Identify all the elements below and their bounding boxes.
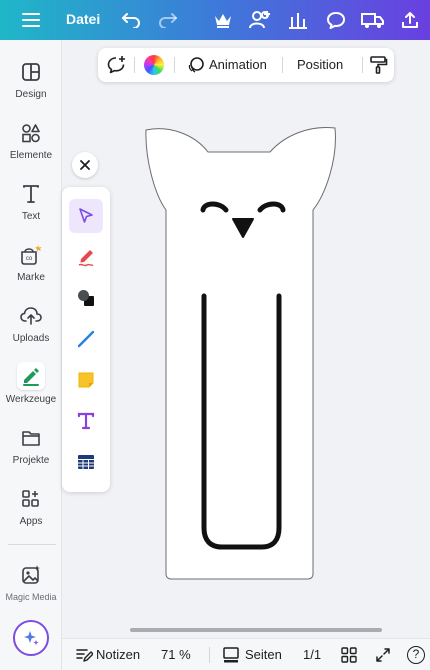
share-people-icon[interactable] bbox=[248, 8, 272, 32]
svg-text:co: co bbox=[26, 256, 33, 262]
sidebar-item-label: Werkzeuge bbox=[5, 394, 57, 405]
position-button[interactable]: Position bbox=[297, 57, 343, 72]
design-icon bbox=[19, 60, 43, 84]
notes-button[interactable]: Notizen bbox=[96, 647, 140, 662]
redo-icon[interactable] bbox=[156, 8, 180, 32]
file-menu[interactable]: Datei bbox=[66, 11, 100, 27]
bottom-bar: Notizen 71 % Seiten 1/1 ? bbox=[62, 638, 430, 670]
close-icon bbox=[80, 160, 90, 170]
sidebar-item-text[interactable]: Text bbox=[0, 182, 62, 234]
sparkle-icon bbox=[24, 631, 39, 646]
sidebar-item-tools[interactable]: Werkzeuge bbox=[0, 362, 62, 414]
paint-roller-icon[interactable] bbox=[368, 55, 388, 75]
undo-icon[interactable] bbox=[119, 8, 143, 32]
select-arrow-icon bbox=[79, 208, 93, 223]
bottom-divider bbox=[209, 647, 210, 663]
sidebar-item-label: Projekte bbox=[12, 455, 50, 466]
sidebar-item-label: Design bbox=[15, 89, 47, 100]
sidebar-item-magic-media[interactable]: Magic Media bbox=[0, 563, 62, 615]
sidebar-item-label: Text bbox=[21, 211, 41, 222]
pages-icon[interactable] bbox=[221, 645, 241, 665]
pen-tool[interactable] bbox=[69, 240, 103, 274]
folder-icon bbox=[19, 426, 43, 450]
sidebar-item-projects[interactable]: Projekte bbox=[0, 426, 62, 478]
toolbar-divider bbox=[134, 57, 135, 73]
brand-icon: co bbox=[19, 243, 43, 267]
select-tool[interactable] bbox=[69, 199, 103, 233]
line-icon bbox=[77, 330, 95, 348]
text-icon bbox=[19, 182, 43, 206]
toolbar-divider bbox=[362, 57, 363, 73]
table-icon bbox=[78, 455, 94, 469]
toolbar-divider bbox=[282, 57, 283, 73]
bookmark-design[interactable] bbox=[140, 120, 340, 585]
text-tool-icon bbox=[77, 412, 95, 430]
menu-icon[interactable] bbox=[19, 8, 43, 32]
tools-icon bbox=[19, 364, 43, 388]
shapes-icon bbox=[78, 290, 94, 306]
fullscreen-icon[interactable] bbox=[373, 645, 393, 665]
table-tool[interactable] bbox=[69, 445, 103, 479]
animation-icon[interactable] bbox=[186, 55, 206, 75]
sidebar-item-uploads[interactable]: Uploads bbox=[0, 304, 62, 356]
comment-icon[interactable] bbox=[324, 8, 348, 32]
sidebar-item-label: Apps bbox=[19, 516, 43, 527]
context-toolbar: Animation Position bbox=[98, 48, 394, 82]
pages-button[interactable]: Seiten bbox=[245, 647, 282, 662]
upload-cloud-icon bbox=[19, 304, 43, 328]
magic-assistant-button[interactable] bbox=[13, 620, 49, 656]
sidebar-item-elements[interactable]: Elemente bbox=[0, 121, 62, 173]
close-palette-button[interactable] bbox=[72, 152, 98, 178]
sticky-note-icon bbox=[78, 372, 94, 388]
insights-icon[interactable] bbox=[286, 8, 310, 32]
animation-button[interactable]: Animation bbox=[209, 57, 267, 72]
sidebar-item-design[interactable]: Design bbox=[0, 60, 62, 112]
sticky-note-tool[interactable] bbox=[69, 363, 103, 397]
delivery-truck-icon[interactable] bbox=[361, 8, 385, 32]
page-indicator[interactable]: 1/1 bbox=[303, 647, 321, 662]
elements-icon bbox=[19, 121, 43, 145]
toolbar-divider bbox=[174, 57, 175, 73]
help-icon: ? bbox=[407, 646, 425, 664]
crown-icon[interactable] bbox=[211, 8, 235, 32]
sidebar-item-apps[interactable]: Apps bbox=[0, 487, 62, 539]
pen-icon bbox=[78, 250, 94, 267]
help-button[interactable]: ? bbox=[406, 645, 426, 665]
color-picker-icon[interactable] bbox=[144, 55, 164, 75]
left-sidebar: Design Elemente Text co Marke Uploads We… bbox=[0, 40, 62, 670]
horizontal-scrollbar[interactable] bbox=[130, 628, 382, 632]
top-bar: Datei bbox=[0, 0, 430, 40]
zoom-level[interactable]: 71 % bbox=[161, 647, 191, 662]
sidebar-item-label: Magic Media bbox=[5, 592, 57, 602]
magic-media-icon bbox=[19, 563, 43, 587]
sidebar-divider bbox=[8, 544, 56, 545]
sidebar-item-label: Uploads bbox=[12, 333, 50, 344]
draw-tool-palette bbox=[62, 187, 110, 492]
apps-icon bbox=[19, 487, 43, 511]
grid-view-icon[interactable] bbox=[339, 645, 359, 665]
sidebar-item-brand[interactable]: co Marke bbox=[0, 243, 62, 295]
text-tool[interactable] bbox=[69, 404, 103, 438]
line-tool[interactable] bbox=[69, 322, 103, 356]
sidebar-item-label: Marke bbox=[17, 272, 45, 283]
add-comment-icon[interactable] bbox=[106, 55, 126, 75]
notes-icon[interactable] bbox=[74, 645, 94, 665]
shapes-tool[interactable] bbox=[69, 281, 103, 315]
sidebar-item-label: Elemente bbox=[9, 150, 53, 161]
export-upload-icon[interactable] bbox=[398, 8, 422, 32]
